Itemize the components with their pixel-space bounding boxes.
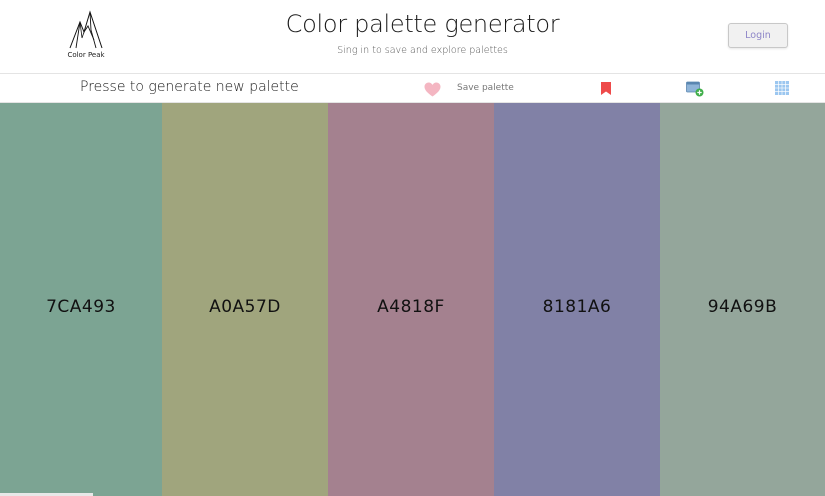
swatch-code[interactable]: 94A69B xyxy=(708,297,778,317)
add-image-icon[interactable] xyxy=(686,81,704,97)
swatch-code[interactable]: 8181A6 xyxy=(543,297,612,317)
save-palette-button[interactable]: Save palette xyxy=(457,83,514,93)
header: Color Peak Color palette generator Sing … xyxy=(0,0,825,73)
palette[interactable]: 7CA493 A0A57D A4818F 8181A6 94A69B xyxy=(0,103,825,496)
swatch-4[interactable]: 8181A6 xyxy=(494,103,660,496)
login-button[interactable]: Login xyxy=(728,23,788,48)
swatch-2[interactable]: A0A57D xyxy=(162,103,328,496)
generate-hint: Presse to generate new palette xyxy=(80,79,299,95)
swatch-code[interactable]: A4818F xyxy=(377,297,445,317)
swatch-1[interactable]: 7CA493 xyxy=(0,103,162,496)
swatch-code[interactable]: 7CA493 xyxy=(46,297,116,317)
swatch-3[interactable]: A4818F xyxy=(328,103,494,496)
heart-icon[interactable] xyxy=(424,82,441,97)
page-subtitle: Sing in to save and explore palettes xyxy=(337,45,508,56)
bookmark-icon[interactable] xyxy=(600,81,612,96)
grid-icon[interactable] xyxy=(775,81,789,95)
page: Color Peak Color palette generator Sing … xyxy=(0,0,825,496)
swatch-code[interactable]: A0A57D xyxy=(209,297,281,317)
page-title: Color palette generator xyxy=(285,10,560,38)
swatch-5[interactable]: 94A69B xyxy=(660,103,825,496)
toolbar: Presse to generate new palette Save pale… xyxy=(0,73,825,103)
